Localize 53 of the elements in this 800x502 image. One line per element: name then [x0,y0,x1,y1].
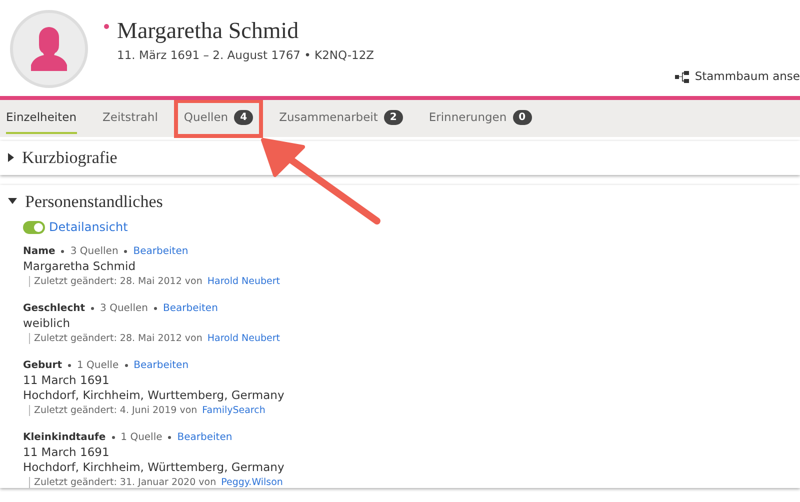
source-count: 3 Quellen [100,302,148,316]
edit-link[interactable]: Bearbeiten [133,244,188,259]
bullet-dot [68,364,71,367]
change-note: Zuletzt geändert: 28. Mai 2012 von [34,276,202,287]
person-icon [31,27,67,71]
fact-value: Margaretha Schmid [23,259,137,274]
fact-label: Name [23,245,56,259]
fact-value: 11 March 1691 [23,373,110,388]
caret-right-icon [8,153,14,162]
bullet-dot [112,436,115,439]
edit-link[interactable]: Bearbeiten [162,301,218,316]
count-badge: 4 [234,110,254,125]
bullet-dot [91,307,94,310]
bullet-dot [61,250,64,253]
user-link[interactable]: FamilySearch [202,405,266,416]
source-count: 1 Quelle [76,359,119,373]
fact-value: weiblich [23,316,71,331]
fact-value: Hochdorf, Kirchheim, Wurttemberg, Germany [23,388,286,403]
edit-link[interactable]: Bearbeiten [134,358,189,373]
change-note: Zuletzt geändert: 4. Juni 2019 von [34,405,198,416]
fact-label: Kleinkindtaufe [23,431,106,445]
bullet-dot [124,250,128,253]
bullet-dot [124,364,128,367]
tree-link[interactable]: Stammbaum anse [674,68,800,86]
change-note: Zuletzt geändert: 31. Januar 2020 von [34,477,216,488]
fact-label: Geburt [23,359,62,373]
caret-down-icon [8,198,17,204]
fact-label: Geschlecht [23,302,86,316]
edit-link[interactable]: Bearbeiten [177,430,232,445]
tab[interactable]: Erinnerungen 0 [428,102,532,134]
toggle-label[interactable]: Detailansicht [49,218,128,236]
tab[interactable]: Zeitstrahl [102,102,158,134]
tab[interactable]: Zusammenarbeit 2 [279,102,403,134]
source-count: 3 Quellen [70,245,118,259]
count-badge: 2 [384,110,403,125]
tab[interactable]: Quellen 4 [178,102,260,134]
life-dates: 11. März 1691 – 2. August 1767 • K2NQ-12Z [117,47,374,64]
user-link[interactable]: Harold Neubert [207,276,280,287]
fact-value: 11 March 1691 [23,445,110,460]
person-name: Margaretha Schmid [117,18,300,44]
bullet-dot [154,307,157,310]
section-header[interactable]: Personenstandliches [0,184,171,218]
bullet-dot [168,436,172,439]
section-header[interactable]: Kurzbiografie [0,141,126,174]
tab[interactable]: Einzelheiten [6,102,76,134]
source-count: 1 Quelle [120,431,162,445]
user-link[interactable]: Harold Neubert [207,333,280,344]
count-badge: 0 [512,110,532,125]
tree-icon [674,70,689,83]
toggle-switch[interactable] [23,220,45,234]
fact-value: Hochdorf, Kirchheim, Württemberg, Germany [23,460,286,475]
user-link[interactable]: Peggy.Wilson [221,477,283,488]
change-note: Zuletzt geändert: 28. Mai 2012 von [34,333,202,344]
